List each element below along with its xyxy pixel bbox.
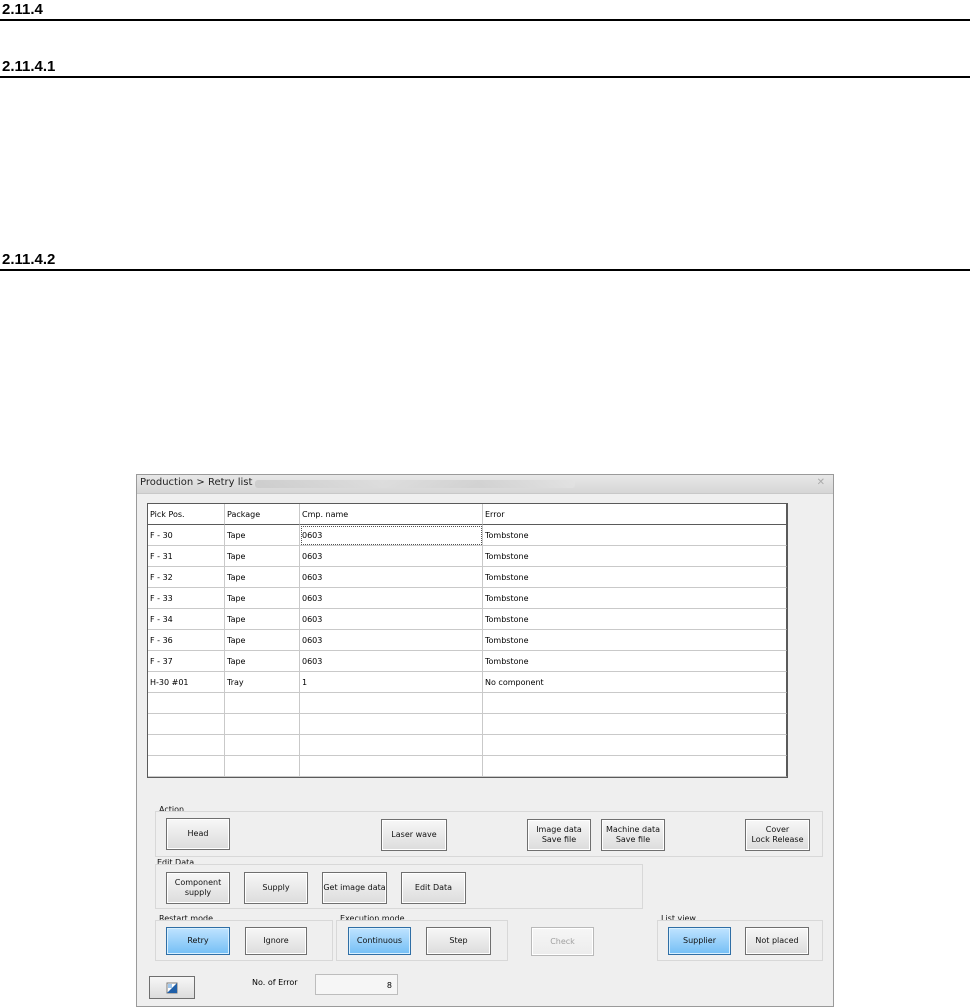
cell-package: Tape xyxy=(225,609,300,630)
column-header-package[interactable]: Package xyxy=(225,504,300,525)
cell-package: Tape xyxy=(225,567,300,588)
check-button[interactable]: Check xyxy=(531,927,594,956)
cell-pick-pos: F - 34 xyxy=(148,609,225,630)
cover-lock-release-button[interactable]: Cover Lock Release xyxy=(745,819,810,851)
cell-cmp-name: 1 xyxy=(300,672,483,693)
close-icon[interactable]: ✕ xyxy=(817,477,825,488)
cell-cmp-name: 0603 xyxy=(300,567,483,588)
cell-cmp-name: 0603 xyxy=(300,630,483,651)
empty-cell xyxy=(483,693,787,714)
empty-table-row[interactable] xyxy=(148,735,787,756)
empty-cell xyxy=(225,735,300,756)
empty-cell xyxy=(300,714,483,735)
window-title: Production > Retry list xyxy=(140,477,253,488)
cell-error: Tombstone xyxy=(483,651,787,672)
table-row[interactable]: F - 31 Tape 0603 Tombstone xyxy=(148,546,787,567)
cell-package: Tray xyxy=(225,672,300,693)
empty-cell xyxy=(148,693,225,714)
edit-data-button[interactable]: Edit Data xyxy=(401,872,466,904)
supply-button[interactable]: Supply xyxy=(244,872,308,904)
cell-cmp-name: 0603 xyxy=(300,588,483,609)
table-row[interactable]: F - 36 Tape 0603 Tombstone xyxy=(148,630,787,651)
cell-package: Tape xyxy=(225,525,300,546)
no-of-error-value: 8 xyxy=(315,974,398,995)
column-header-cmp-name[interactable]: Cmp. name xyxy=(300,504,483,525)
empty-cell xyxy=(225,756,300,777)
cell-pick-pos: F - 30 xyxy=(148,525,225,546)
cell-pick-pos: F - 31 xyxy=(148,546,225,567)
window-restore-button[interactable] xyxy=(149,976,195,999)
cell-error: Tombstone xyxy=(483,588,787,609)
cell-cmp-name: 0603 xyxy=(300,609,483,630)
cell-error: Tombstone xyxy=(483,525,787,546)
table-row[interactable]: F - 33 Tape 0603 Tombstone xyxy=(148,588,787,609)
empty-cell xyxy=(148,714,225,735)
machine-data-save-file-button[interactable]: Machine data Save file xyxy=(601,819,665,851)
empty-cell xyxy=(148,756,225,777)
component-supply-button[interactable]: Component supply xyxy=(166,872,230,904)
empty-table-row[interactable] xyxy=(148,756,787,777)
empty-cell xyxy=(483,756,787,777)
blurred-title-extension xyxy=(255,480,575,488)
empty-cell xyxy=(300,756,483,777)
empty-cell xyxy=(300,693,483,714)
cell-package: Tape xyxy=(225,630,300,651)
table-row[interactable]: F - 37 Tape 0603 Tombstone xyxy=(148,651,787,672)
supplier-button[interactable]: Supplier xyxy=(668,927,731,955)
cell-cmp-name: 0603 xyxy=(300,525,483,546)
retry-list-table: Pick Pos. Package Cmp. name Error F - 30… xyxy=(147,503,788,778)
table-header: Pick Pos. Package Cmp. name Error xyxy=(148,504,787,525)
cell-pick-pos: F - 32 xyxy=(148,567,225,588)
empty-cell xyxy=(483,714,787,735)
title-bar: Production > Retry list ✕ xyxy=(137,475,833,494)
empty-cell xyxy=(225,714,300,735)
get-image-data-button[interactable]: Get image data xyxy=(322,872,387,904)
cell-cmp-name: 0603 xyxy=(300,651,483,672)
action-group xyxy=(155,811,823,857)
empty-cell xyxy=(300,735,483,756)
cell-pick-pos: F - 36 xyxy=(148,630,225,651)
cell-pick-pos: F - 37 xyxy=(148,651,225,672)
table-row[interactable]: F - 34 Tape 0603 Tombstone xyxy=(148,609,787,630)
empty-table-row[interactable] xyxy=(148,693,787,714)
cell-package: Tape xyxy=(225,588,300,609)
continuous-button[interactable]: Continuous xyxy=(348,927,411,955)
head-button[interactable]: Head xyxy=(166,818,230,850)
empty-cell xyxy=(483,735,787,756)
window-restore-icon xyxy=(166,982,178,993)
column-header-pick-pos[interactable]: Pick Pos. xyxy=(148,504,225,525)
retry-list-window: Production > Retry list ✕ Pick Pos. Pack… xyxy=(136,474,834,1007)
cell-error: Tombstone xyxy=(483,567,787,588)
no-of-error-label: No. of Error xyxy=(252,978,298,987)
section-heading-2-11-4-2: 2.11.4.2 xyxy=(0,251,970,271)
retry-button[interactable]: Retry xyxy=(166,927,230,955)
cell-error: Tombstone xyxy=(483,609,787,630)
section-heading-2-11-4: 2.11.4 xyxy=(0,1,970,21)
empty-cell xyxy=(148,735,225,756)
section-heading-2-11-4-1: 2.11.4.1 xyxy=(0,58,970,78)
laser-wave-button[interactable]: Laser wave xyxy=(381,819,447,851)
cell-pick-pos: H-30 #01 xyxy=(148,672,225,693)
cell-error: No component xyxy=(483,672,787,693)
ignore-button[interactable]: Ignore xyxy=(245,927,307,955)
cell-error: Tombstone xyxy=(483,546,787,567)
step-button[interactable]: Step xyxy=(426,927,491,955)
image-data-save-file-button[interactable]: Image data Save file xyxy=(527,819,591,851)
table-row[interactable]: H-30 #01 Tray 1 No component xyxy=(148,672,787,693)
not-placed-button[interactable]: Not placed xyxy=(745,927,809,955)
cell-error: Tombstone xyxy=(483,630,787,651)
table-row[interactable]: F - 32 Tape 0603 Tombstone xyxy=(148,567,787,588)
empty-table-row[interactable] xyxy=(148,714,787,735)
cell-package: Tape xyxy=(225,546,300,567)
cell-cmp-name: 0603 xyxy=(300,546,483,567)
cell-package: Tape xyxy=(225,651,300,672)
cell-pick-pos: F - 33 xyxy=(148,588,225,609)
column-header-error[interactable]: Error xyxy=(483,504,787,525)
table-row[interactable]: F - 30 Tape 0603 Tombstone xyxy=(148,525,787,546)
empty-cell xyxy=(225,693,300,714)
